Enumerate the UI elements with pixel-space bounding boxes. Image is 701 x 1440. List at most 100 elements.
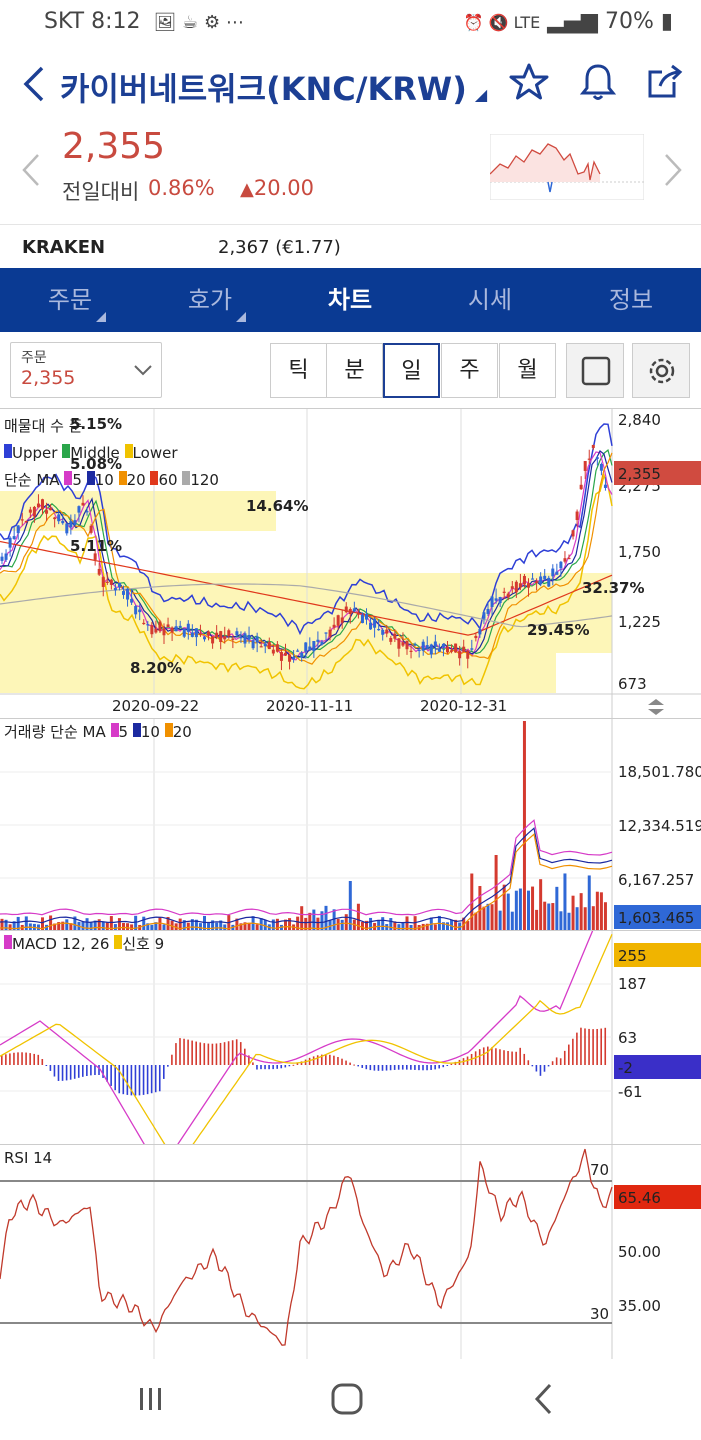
candle-body: [142, 622, 146, 625]
candle-body: [381, 629, 385, 635]
candle-body: [486, 608, 490, 614]
tab-info[interactable]: 정보: [561, 268, 701, 332]
macd-histogram-bar: [422, 1065, 424, 1071]
legend-upper-swatch: [4, 444, 12, 458]
macd-histogram-bar: [98, 1065, 100, 1075]
legend-upper: Upper: [12, 444, 58, 462]
resize-handle-icon[interactable]: [648, 699, 664, 715]
tab-info-label: 정보: [608, 286, 654, 314]
legend-lower: Lower: [132, 444, 178, 462]
macd-histogram-bar: [264, 1065, 266, 1070]
tab-orderbook[interactable]: 호가: [140, 268, 280, 332]
period-day-button[interactable]: 일: [383, 343, 440, 398]
macd-histogram-bar: [45, 1065, 48, 1066]
volume-chart[interactable]: 18,501.780 12,334.519 6,167.257 1,603.465: [0, 719, 701, 931]
candle-body: [599, 464, 603, 471]
tab-chart[interactable]: 차트: [280, 268, 420, 332]
macd-histogram-bar: [527, 1060, 530, 1065]
vol-ma20: 20: [172, 723, 192, 741]
macd-histogram-bar: [252, 1062, 254, 1065]
system-nav-bar: [0, 1360, 701, 1440]
price-chart-panel[interactable]: 5.15% 5.08% 5.11% 14.64% 8.20% 32.37% 29.45% 2,…: [0, 408, 701, 719]
candle-body: [539, 576, 543, 585]
home-icon[interactable]: [330, 1382, 364, 1416]
volume-bar: [531, 886, 535, 931]
macd-histogram-bar: [284, 1065, 287, 1068]
macd-histogram-bar: [523, 1053, 526, 1065]
rsi-level-70: 70: [590, 1161, 609, 1179]
candle-body: [316, 639, 320, 642]
chart-settings-button[interactable]: [632, 343, 690, 398]
drawing-tool-button[interactable]: [566, 343, 624, 398]
macd-histogram-bar: [29, 1053, 31, 1065]
macd-histogram-bar: [345, 1060, 347, 1065]
macd-histogram-bar: [434, 1065, 436, 1070]
back-icon[interactable]: [18, 64, 48, 104]
macd-histogram-bar: [211, 1043, 214, 1065]
volume-bar: [502, 884, 506, 931]
volume-axis-tick: 18,501.780: [618, 763, 701, 781]
macd-histogram-bar: [122, 1065, 125, 1095]
period-week-button[interactable]: 주: [441, 343, 498, 398]
macd-chart-panel[interactable]: 187 63 -61 255 -2 MACD 12, 26 신호 9: [0, 883, 701, 1173]
candle-body: [490, 596, 494, 608]
signal-icon: ▂▄▆: [547, 9, 598, 34]
macd-histogram-bar: [547, 1065, 550, 1067]
candle-body: [514, 581, 518, 593]
candle-body: [555, 571, 559, 575]
tab-market[interactable]: 시세: [420, 268, 560, 332]
candle-body: [211, 636, 215, 644]
favorite-star-icon[interactable]: [509, 62, 549, 102]
change-label: 전일대비: [62, 180, 140, 204]
prev-coin-icon[interactable]: [20, 152, 42, 188]
next-coin-icon[interactable]: [662, 152, 684, 188]
rsi-chart-panel[interactable]: 70 30 50.00 35.00 65.46 RSI 14: [0, 1144, 701, 1359]
candle-body: [397, 638, 401, 649]
macd-histogram-bar: [86, 1065, 88, 1076]
current-histogram-label: -2: [618, 1059, 633, 1077]
macd-histogram-bar: [118, 1065, 121, 1094]
tab-order[interactable]: 주문: [0, 268, 140, 332]
recent-apps-icon[interactable]: [136, 1384, 166, 1414]
macd-histogram-bar: [57, 1065, 60, 1081]
ma-legend-title: 단순 MA: [4, 471, 60, 489]
change-percent: 0.86%: [148, 176, 215, 200]
macd-histogram-bar: [215, 1043, 218, 1065]
volume-bar: [356, 903, 360, 931]
macd-chart[interactable]: 187 63 -61 255 -2: [0, 883, 701, 1173]
candle-body: [494, 598, 498, 601]
volume-profile-percent: 8.20%: [130, 659, 182, 677]
macd-histogram-bar: [9, 1053, 11, 1065]
candle-body: [595, 457, 599, 459]
candle-body: [130, 598, 134, 603]
volume-chart-panel[interactable]: 18,501.780 12,334.519 6,167.257 1,603.465 거…: [0, 718, 701, 931]
back-nav-icon[interactable]: [532, 1382, 556, 1416]
candle-body: [531, 578, 535, 580]
page-title[interactable]: 카이버네트워크(KNC/KRW) ◢: [60, 64, 487, 110]
legend-ma60: 60: [158, 471, 178, 489]
order-select-value: 2,355: [21, 367, 76, 389]
macd-histogram-bar: [146, 1065, 149, 1095]
candle-body: [203, 637, 206, 640]
macd-histogram-bar: [450, 1063, 453, 1065]
macd-histogram-bar: [543, 1065, 546, 1072]
macd-histogram-bar: [499, 1049, 501, 1065]
volume-bar: [498, 910, 502, 931]
period-minute-button[interactable]: 분: [326, 343, 383, 398]
order-select-label: 주문: [21, 350, 47, 366]
volume-bar: [539, 879, 543, 931]
share-icon[interactable]: [646, 62, 686, 102]
macd-histogram-bar: [1, 1055, 3, 1065]
bell-icon[interactable]: [578, 62, 618, 102]
order-select[interactable]: 주문 2,355: [10, 342, 162, 398]
macd-histogram-bar: [329, 1054, 331, 1065]
period-tick-button[interactable]: 틱: [270, 343, 327, 398]
vol-ma20-swatch: [164, 723, 173, 737]
rsi-chart[interactable]: 70 30 50.00 35.00 65.46: [0, 1145, 701, 1359]
macd-histogram-bar: [596, 1028, 598, 1065]
volume-bar: [535, 909, 539, 931]
volume-axis-tick: 12,334.519: [618, 817, 701, 835]
candle-body: [567, 557, 571, 560]
macd-histogram-bar: [531, 1065, 534, 1067]
period-month-button[interactable]: 월: [499, 343, 556, 398]
